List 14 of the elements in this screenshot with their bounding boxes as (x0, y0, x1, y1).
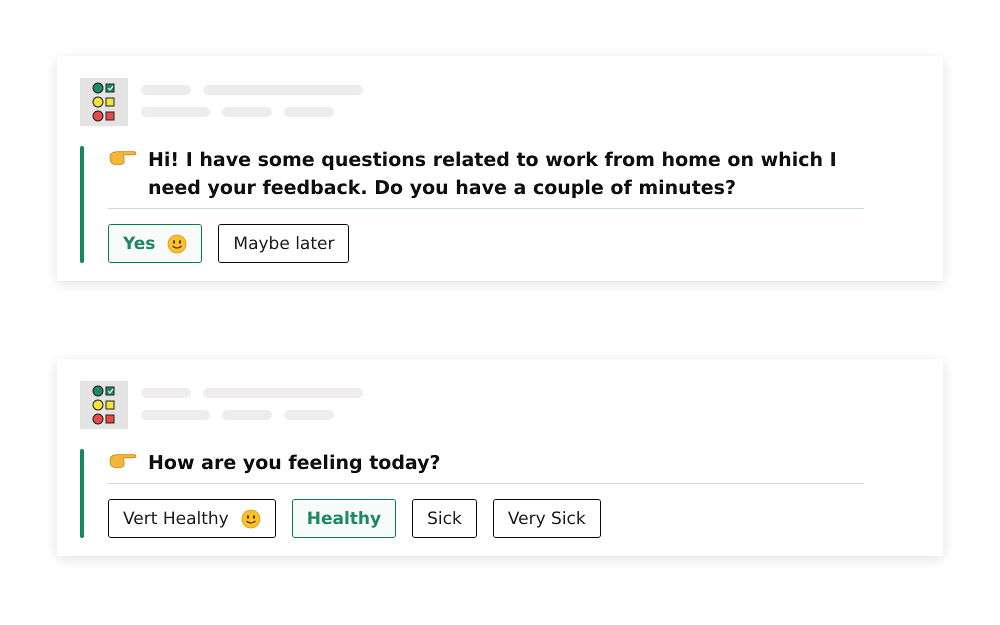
question-text: How are you feeling today? (148, 451, 441, 476)
answer-button[interactable]: Yes (108, 224, 202, 263)
answer-button[interactable]: Vert Healthy (108, 499, 276, 538)
smiley-icon (240, 508, 261, 528)
mood-checklist-icon (80, 381, 128, 429)
question-text: Hi! I have some questions related to work from home on which I need your feedback. Do you have a couple of minutes? (148, 148, 838, 201)
smiley-icon (167, 234, 188, 254)
answer-button[interactable]: Maybe later (218, 224, 350, 263)
pointing-hand-icon (108, 451, 138, 469)
answer-button[interactable]: Healthy (292, 499, 396, 538)
answer-button[interactable]: Very Sick (492, 499, 601, 538)
answer-button[interactable]: Sick (412, 499, 477, 538)
pointing-hand-icon (108, 148, 138, 166)
mood-checklist-icon (80, 78, 128, 126)
